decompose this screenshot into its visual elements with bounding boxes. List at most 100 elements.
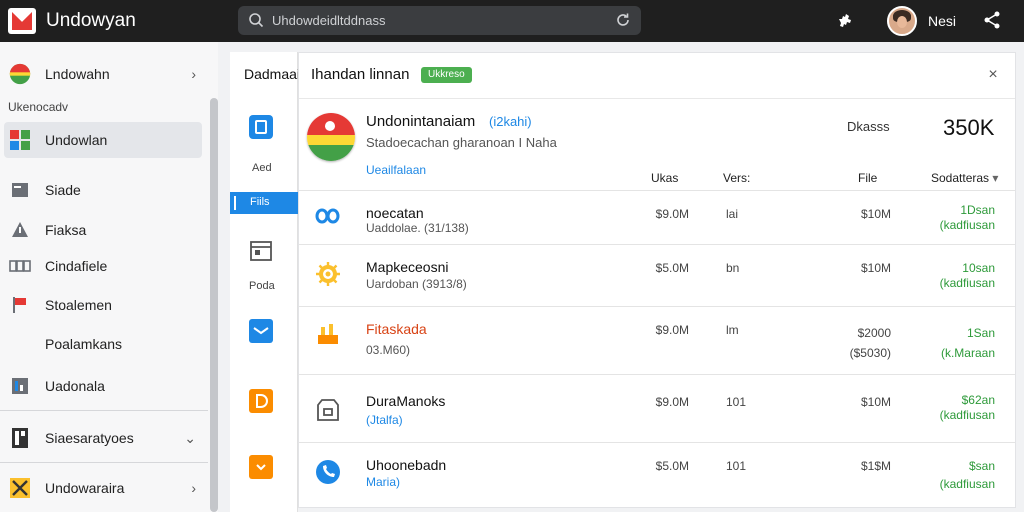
row-sub: Maria) [366,475,401,489]
phone-icon [316,460,340,484]
panel-title: Ihandan linnan [311,66,410,83]
app-logo-icon [307,113,355,161]
panel-header: Ihandan linnan Ukkreso × [299,53,1015,99]
share-icon[interactable] [982,10,1002,30]
row-file: $10M [860,207,891,221]
sidebar-item-label: Poalamkans [45,336,123,352]
sidebar-divider [0,410,208,411]
archive-icon [317,399,339,421]
sidebar-item-label: Fiaksa [45,222,87,238]
sidebar-item-label: Siade [45,182,81,198]
table-row[interactable]: noecatan Uaddolae. (31/138) $9.0M lai $1… [299,191,1015,245]
column-header-status[interactable]: Sodatteras [931,171,998,185]
close-button[interactable]: × [983,65,1003,85]
search-input[interactable] [272,11,602,30]
sidebar-item-label: Lndowahn [45,66,110,82]
sidebar-scrollbar[interactable] [210,98,218,512]
flag-icon [9,63,31,85]
row-name: noecatan [366,205,424,221]
row-version: lai [726,207,739,221]
mid-nav-label: Aed [252,162,272,174]
row-size: $5.0M [655,261,689,275]
app-link[interactable]: Ueailfalaan [366,163,426,177]
mid-nav-heading: Dadmaai [244,66,301,82]
sidebar-item-stoalemen[interactable]: Stoalemen [0,287,208,323]
mid-nav-label: Fiils [250,196,270,208]
app-subtitle: Stadoecachan gharanoan I Naha [366,135,557,150]
row-version: bn [726,261,740,275]
row-version: lm [726,323,739,337]
sidebar: Lndowahn › Ukenocadv Undowlan Siade Fiak… [0,42,218,512]
sidebar-divider [0,462,208,463]
flag-red-icon [9,294,31,316]
row-sub: Uaddolae. (31/138) [366,221,469,235]
sidebar-item-undowlan[interactable]: Undowlan [4,122,202,158]
puzzle-icon[interactable] [836,10,856,30]
star-icon [9,477,31,499]
row-name: Uhoonebadn [366,457,447,473]
sidebar-item-label: Siaesaratyoes [45,430,134,446]
sidebar-item-cindafiele[interactable]: Cindafiele [0,248,208,284]
top-bar: Undowyan Nesi [0,0,1024,42]
row-sub: Uardoban (3913/8) [366,277,467,291]
row-name: Fitaskada [366,321,427,337]
sidebar-item-label: Stoalemen [45,297,112,313]
tablet-icon [249,115,273,139]
sidebar-item-label: Cindafiele [45,258,108,274]
book-icon [9,427,31,449]
table-row[interactable]: Mapkeceosni Uardoban (3913/8) $5.0M bn $… [299,245,1015,307]
row-status: $62an (kadfiusan [939,393,995,422]
column-header-ukas[interactable]: Ukas [651,171,678,185]
app-logo-icon[interactable] [8,8,36,34]
chevron-right-icon: › [191,480,196,496]
sidebar-item-label: Uadonala [45,378,105,394]
row-file: $2000 ($5030) [849,326,891,360]
row-status: 10san (kadfiusan [939,261,995,290]
folder-icon [9,179,31,201]
sidebar-item-lndowahn[interactable]: Lndowahn › [0,56,208,92]
refresh-icon[interactable] [615,12,631,28]
grid-icon [9,129,31,151]
chart-icon [9,375,31,397]
window-icon [250,241,272,261]
column-header-file[interactable]: File [858,171,877,185]
orange-chevron-icon [249,455,273,479]
table-row[interactable]: Uhoonebadn Maria) $5.0M 101 $1$M $san (k… [299,443,1015,507]
warning-icon [9,219,31,241]
sidebar-item-fiaksa[interactable]: Fiaksa [0,212,208,248]
sidebar-item-siade[interactable]: Siade [0,172,208,208]
sidebar-section-label: Ukenocadv [8,100,69,114]
cards-icon [9,255,31,277]
row-status: 1Dsan (kadfiusan [939,203,995,232]
detail-panel: Ihandan linnan Ukkreso × Undonintanaiam … [298,52,1016,508]
sidebar-item-uadonala[interactable]: Uadonala [0,368,208,404]
stat-value: 350K [943,115,995,140]
mid-nav-label: Poda [249,280,275,292]
search-bar[interactable] [238,6,641,35]
row-name: Mapkeceosni [366,259,449,275]
row-sub: (Jtalfa) [366,413,403,427]
gear-icon [316,262,340,286]
user-name[interactable]: Nesi [928,13,956,29]
row-sub: 03.M60) [366,343,411,357]
orange-d-icon [249,389,273,413]
row-size: $5.0M [655,459,689,473]
app-title: Undowyan [46,10,136,31]
row-size: $9.0M [655,395,689,409]
row-size: $9.0M [655,323,689,337]
user-avatar[interactable] [887,6,917,36]
table-row[interactable]: DuraManoks (Jtalfa) $9.0M 101 $10M $62an… [299,375,1015,443]
mid-nav-item-fiils[interactable]: Fiils [230,192,298,214]
sidebar-item-undowaraira[interactable]: Undowaraira › [0,470,208,506]
sidebar-item-siaesaratyoes[interactable]: Siaesaratyoes ⌄ [0,420,208,456]
app-name: Undonintanaiam [366,113,476,130]
row-status: $san (kadfiusan [939,459,995,491]
app-tag[interactable]: (i2kahi) [489,114,532,129]
sidebar-item-label: Undowaraira [45,480,125,496]
table-row[interactable]: Fitaskada 03.M60) $9.0M lm $2000 ($5030)… [299,307,1015,375]
row-version: 101 [726,459,747,473]
sidebar-item-poalamkans[interactable]: Poalamkans [0,326,208,362]
chevron-right-icon: › [191,66,196,82]
row-size: $9.0M [655,207,689,221]
column-header-vers[interactable]: Vers: [723,171,750,185]
